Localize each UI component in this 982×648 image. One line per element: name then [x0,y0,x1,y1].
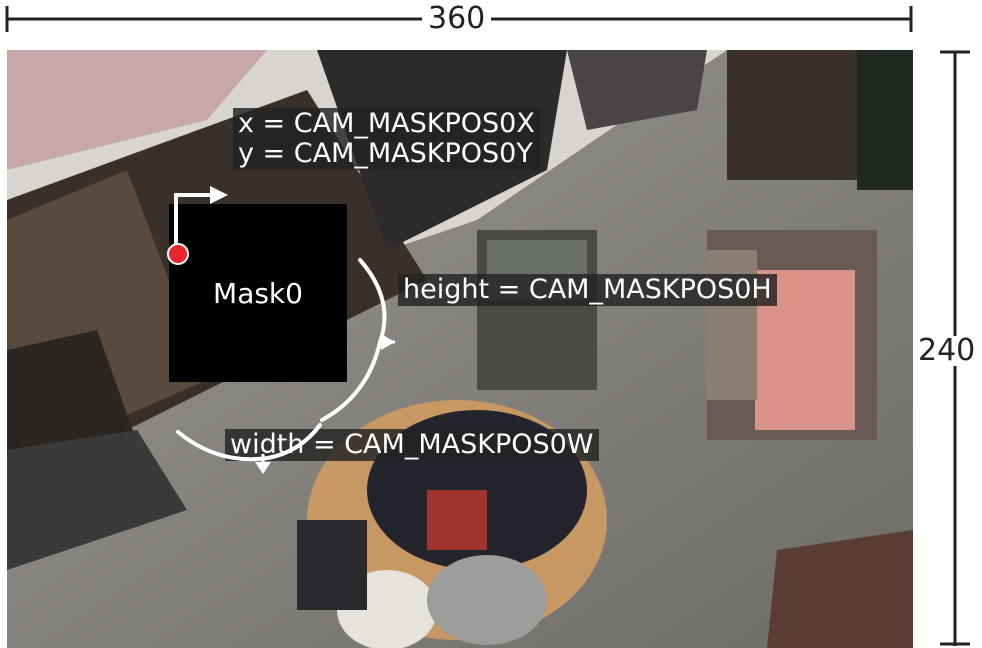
height-bracket-path [320,258,387,422]
origin-arrow-head-icon [210,186,228,204]
annotation-overlay [167,186,395,474]
width-bracket-path [176,423,322,462]
origin-marker-icon [167,243,189,265]
origin-arrow-path [174,193,214,252]
